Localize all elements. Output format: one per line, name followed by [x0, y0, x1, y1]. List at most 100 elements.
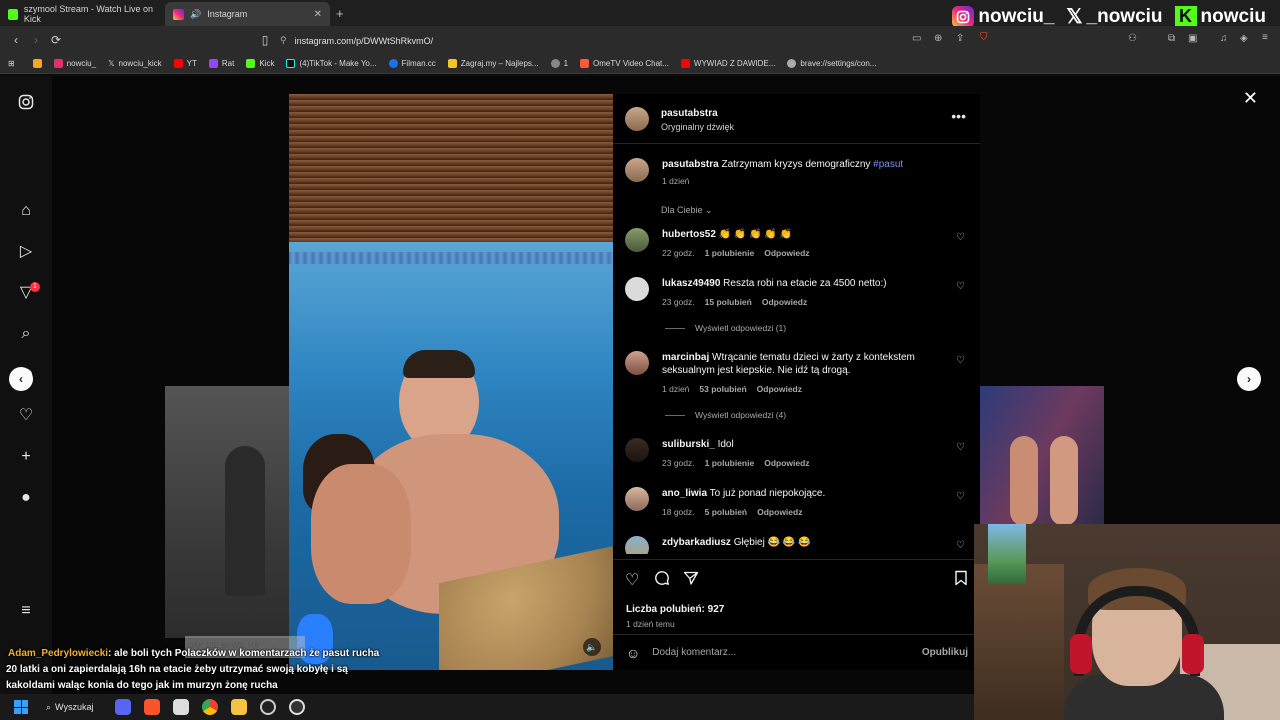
like-comment-icon[interactable]: ♡	[956, 232, 965, 243]
comment-icon[interactable]	[654, 570, 670, 591]
like-comment-icon[interactable]: ♡	[956, 491, 965, 502]
save-icon[interactable]	[954, 570, 968, 591]
bookmark-item[interactable]: OmeTV Video Chat...	[580, 59, 669, 68]
audio-muted-icon[interactable]: 🔈	[583, 638, 601, 656]
publish-button[interactable]: Opublikuj	[922, 647, 968, 658]
back-icon[interactable]: ‹	[6, 33, 26, 47]
windows-start-icon[interactable]	[14, 700, 28, 714]
audio-label[interactable]: Oryginalny dźwięk	[661, 122, 734, 132]
comment-username[interactable]: ano_liwia	[662, 488, 707, 499]
like-icon[interactable]: ♡	[625, 570, 639, 590]
bookmark-item[interactable]: (4)TikTok - Make Yo...	[286, 59, 377, 68]
bookmark-item[interactable]: nowciu_	[53, 59, 96, 68]
comment-likes[interactable]: 53 polubień	[699, 383, 746, 396]
bookmark-item[interactable]: brave://settings/con...	[787, 59, 876, 68]
emoji-icon[interactable]: ☺	[626, 645, 640, 661]
site-info-icon[interactable]: ⚲	[280, 35, 287, 46]
share-icon[interactable]: ⇪	[956, 33, 964, 44]
view-replies-button[interactable]: Wyświetl odpowiedzi (1)	[665, 323, 786, 333]
reels-icon[interactable]: ▷	[17, 243, 35, 261]
comment-username[interactable]: lukasz49490	[662, 278, 720, 289]
close-modal-icon[interactable]: ✕	[1243, 88, 1258, 109]
cast-icon[interactable]: ▭	[912, 33, 921, 44]
commenter-avatar[interactable]	[625, 277, 649, 301]
vpn-icon[interactable]: ⚇	[1128, 33, 1137, 44]
comment-likes[interactable]: 1 polubienie	[705, 457, 755, 470]
like-comment-icon[interactable]: ♡	[956, 442, 965, 453]
comment-filter-dropdown[interactable]: Dla Ciebie ⌄	[661, 205, 713, 216]
next-post-button[interactable]: ›	[1237, 367, 1261, 391]
author-avatar[interactable]	[625, 158, 649, 182]
commenter-avatar[interactable]	[625, 487, 649, 511]
home-icon[interactable]: ⌂	[17, 202, 35, 220]
commenter-avatar[interactable]	[625, 351, 649, 375]
brave-icon[interactable]	[144, 699, 161, 715]
comment-username[interactable]: hubertos52	[662, 229, 716, 240]
author-avatar[interactable]	[625, 107, 649, 131]
forward-icon[interactable]: ›	[26, 33, 46, 47]
obs-icon[interactable]	[260, 699, 277, 715]
zoom-icon[interactable]: ⊕	[934, 33, 942, 44]
more-options-icon[interactable]: •••	[951, 108, 966, 124]
reload-icon[interactable]: ⟳	[46, 33, 66, 47]
new-tab-button[interactable]: +	[336, 6, 344, 21]
app-icon[interactable]	[173, 699, 190, 715]
like-comment-icon[interactable]: ♡	[956, 540, 965, 551]
menu-icon[interactable]: ≡	[1262, 32, 1268, 43]
bookmark-item[interactable]: 1	[550, 59, 568, 68]
comment-likes[interactable]: 5 polubień	[705, 506, 748, 519]
reply-button[interactable]: Odpowiedz	[764, 247, 809, 260]
like-comment-icon[interactable]: ♡	[956, 281, 965, 292]
bookmark-icon[interactable]: ▯	[255, 33, 275, 47]
brave-shield-icon[interactable]: ⛉	[980, 32, 988, 43]
comment-username[interactable]: marcinbaj	[662, 352, 709, 363]
like-comment-icon[interactable]: ♡	[956, 355, 965, 366]
bookmark-item[interactable]	[32, 59, 42, 68]
comment-input[interactable]: Dodaj komentarz...	[652, 647, 922, 658]
bookmark-item[interactable]: Zagraj.my – Najleps...	[447, 59, 539, 68]
previous-post-button[interactable]: ‹	[9, 367, 33, 391]
address-bar[interactable]: ⚲ instagram.com/p/DWWtShRkvmO/	[280, 32, 980, 49]
discord-icon[interactable]	[115, 699, 132, 715]
sidebar-icon[interactable]: ▣	[1188, 33, 1197, 44]
search-icon[interactable]: ⌕	[17, 325, 35, 343]
bookmark-item[interactable]: WYWIAD Z DAWIDE...	[680, 59, 775, 68]
extensions-icon[interactable]: ⧉	[1168, 33, 1175, 44]
instagram-logo-icon[interactable]	[17, 94, 35, 112]
create-icon[interactable]: +	[17, 448, 35, 466]
profile-avatar-icon[interactable]: ●	[17, 489, 35, 507]
bookmark-item[interactable]: 𝕏nowciu_kick	[108, 59, 162, 68]
app-icon[interactable]	[289, 699, 306, 715]
comment-username[interactable]: zdybarkadiusz	[662, 537, 731, 548]
reply-button[interactable]: Odpowiedz	[757, 383, 802, 396]
author-username[interactable]: pasutabstra	[661, 108, 734, 119]
more-menu-icon[interactable]: ≡	[17, 602, 35, 620]
taskbar-search[interactable]: ⌕ Wyszukaj	[46, 702, 93, 713]
bookmark-item[interactable]: Rat	[208, 59, 234, 68]
comment-username[interactable]: suliburski_	[662, 439, 715, 450]
post-media[interactable]: 🔈	[289, 94, 613, 670]
comment-likes[interactable]: 1 polubienie	[705, 247, 755, 260]
tab-kick-stream[interactable]: szymool Stream - Watch Live on Kick	[0, 2, 165, 26]
share-icon[interactable]	[683, 570, 699, 591]
commenter-avatar[interactable]	[625, 536, 649, 554]
bookmark-item[interactable]: Kick	[246, 59, 274, 68]
wallet-icon[interactable]: ◈	[1240, 33, 1248, 44]
heart-icon[interactable]: ♡	[17, 407, 35, 425]
commenter-avatar[interactable]	[625, 228, 649, 252]
apps-icon[interactable]: ⊞	[8, 59, 15, 68]
comment-likes[interactable]: 15 polubień	[705, 296, 752, 309]
caption-username[interactable]: pasutabstra	[662, 159, 719, 170]
close-tab-icon[interactable]: ✕	[314, 9, 322, 20]
music-icon[interactable]: ♫	[1220, 33, 1228, 44]
tab-instagram[interactable]: 🔊 Instagram ✕	[165, 2, 330, 26]
reply-button[interactable]: Odpowiedz	[757, 506, 802, 519]
view-replies-button[interactable]: Wyświetl odpowiedzi (4)	[665, 410, 786, 420]
bookmark-item[interactable]: Filman.cc	[388, 59, 436, 68]
reply-button[interactable]: Odpowiedz	[764, 457, 809, 470]
hashtag-link[interactable]: #pasut	[873, 159, 903, 170]
likes-count[interactable]: Liczba polubień: 927	[626, 604, 724, 615]
file-explorer-icon[interactable]	[231, 699, 248, 715]
commenter-avatar[interactable]	[625, 438, 649, 462]
reply-button[interactable]: Odpowiedz	[762, 296, 807, 309]
